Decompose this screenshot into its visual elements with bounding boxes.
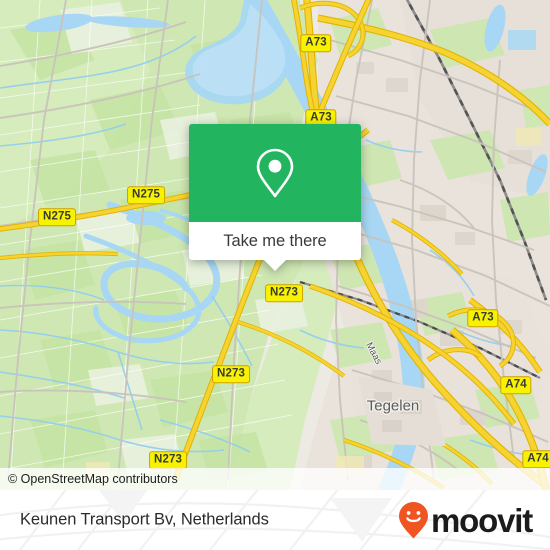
take-me-there-label: Take me there bbox=[223, 231, 327, 250]
road-shield: A74 bbox=[500, 376, 532, 394]
road-shield: A74 bbox=[522, 450, 550, 468]
moovit-logo[interactable]: moovit bbox=[397, 500, 533, 540]
place-label-tegelen: Tegelen bbox=[366, 397, 420, 415]
map-page: A73 A73 A73 A74 A74 N275 N275 N273 N273 … bbox=[0, 0, 550, 550]
moovit-wordmark: moovit bbox=[431, 501, 533, 539]
map-attribution: © OpenStreetMap contributors bbox=[0, 468, 550, 490]
moovit-smiley-pin-icon bbox=[399, 502, 429, 539]
map-viewport[interactable]: A73 A73 A73 A74 A74 N275 N275 N273 N273 … bbox=[0, 0, 550, 490]
road-shield: N273 bbox=[212, 365, 250, 383]
road-shield: A73 bbox=[467, 309, 499, 327]
take-me-there-button[interactable]: Take me there bbox=[189, 222, 361, 271]
road-shield: N273 bbox=[149, 451, 187, 469]
popup-image-placeholder bbox=[189, 124, 361, 222]
attribution-text: © OpenStreetMap contributors bbox=[8, 472, 178, 486]
map-pin-icon bbox=[256, 148, 294, 198]
road-shield: N275 bbox=[38, 208, 76, 226]
footer-bar: Keunen Transport Bv, Netherlands moovit bbox=[0, 490, 550, 550]
location-popup-card[interactable]: Take me there bbox=[189, 124, 361, 271]
road-shield: N273 bbox=[265, 284, 303, 302]
page-title: Keunen Transport Bv, Netherlands bbox=[20, 510, 269, 529]
road-shield: A73 bbox=[300, 34, 332, 52]
road-shield: N275 bbox=[127, 186, 165, 204]
popup-tail bbox=[264, 260, 286, 271]
